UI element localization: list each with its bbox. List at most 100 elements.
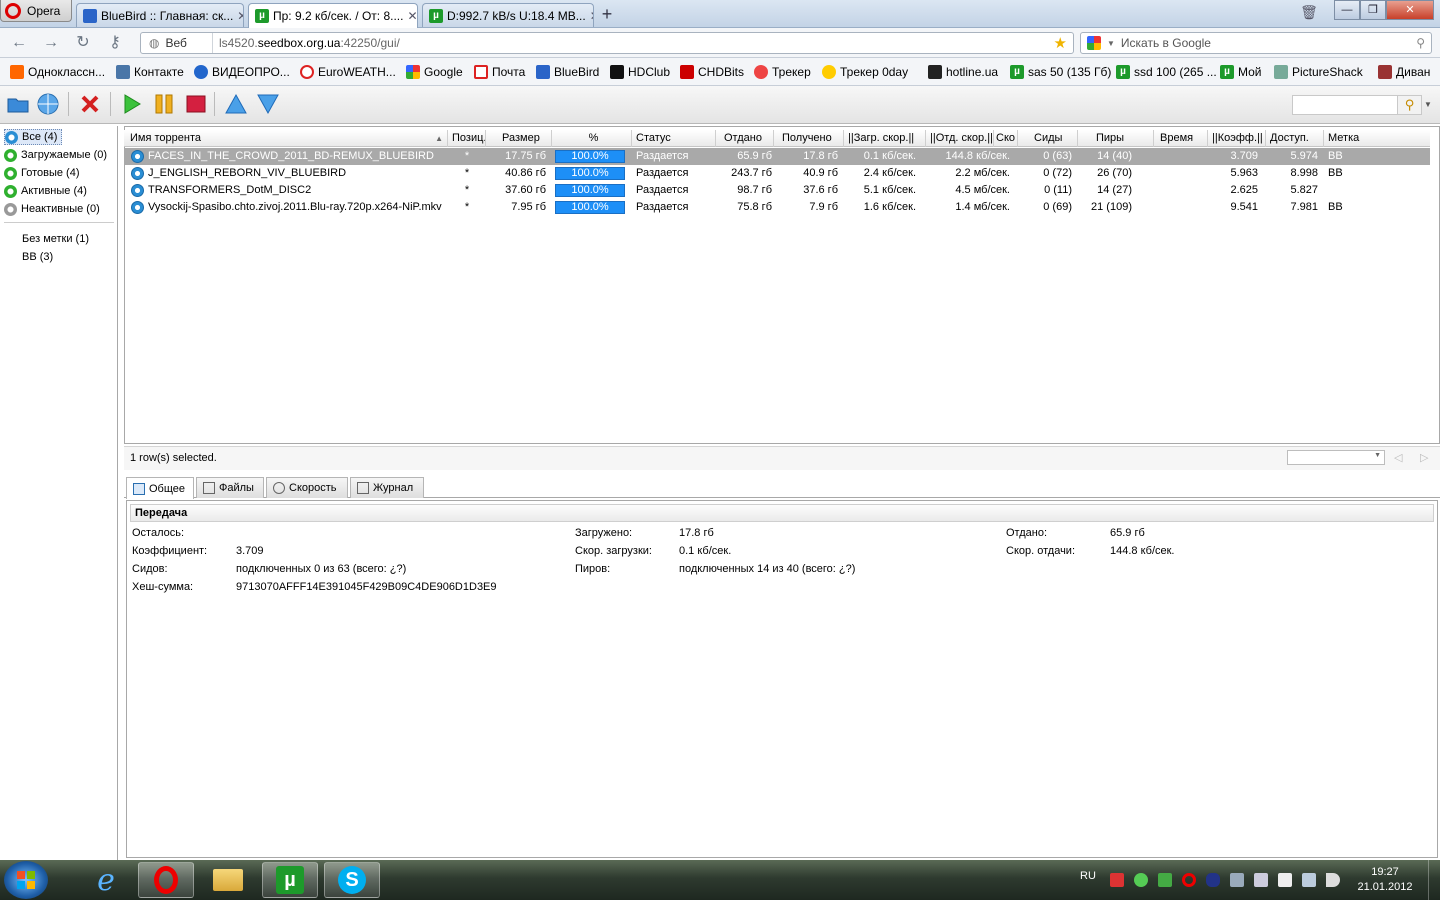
- tray-monitor-icon[interactable]: [1302, 873, 1316, 887]
- explorer-folder-icon[interactable]: [200, 862, 256, 898]
- start-play-icon[interactable]: [120, 92, 144, 116]
- bookmark-vkontakte[interactable]: Контакте: [116, 64, 184, 80]
- bookmark-hotline[interactable]: hotline.ua: [928, 64, 998, 80]
- previous-page-icon[interactable]: ◁: [1394, 451, 1402, 464]
- tab-speed[interactable]: Скорость: [266, 477, 348, 498]
- show-desktop-button[interactable]: [1428, 860, 1440, 900]
- tray-volume-icon[interactable]: [1326, 873, 1340, 887]
- browser-tab-utorrent-gui[interactable]: µ Пр: 9.2 кб/сек. / От: 8.... ✕: [248, 3, 418, 28]
- taskbar-clock[interactable]: 19:27 21.01.2012: [1350, 865, 1420, 895]
- close-tab-icon[interactable]: ✕: [590, 9, 593, 23]
- stop-icon[interactable]: [184, 92, 208, 116]
- tray-network-icon[interactable]: [1158, 873, 1172, 887]
- bookmark-google[interactable]: Google: [406, 64, 463, 80]
- opera-taskbar-icon[interactable]: [138, 862, 194, 898]
- column-header-eta[interactable]: Ско: [994, 130, 1018, 147]
- column-header-position[interactable]: Позиц.: [448, 130, 486, 147]
- column-header-status[interactable]: Статус: [632, 130, 716, 147]
- windows-start-button[interactable]: [4, 861, 48, 899]
- search-engine-dropdown-icon[interactable]: ▼: [1107, 39, 1115, 48]
- bookmark-hdclub[interactable]: HDClub: [610, 64, 670, 80]
- sidebar-item-inactive[interactable]: Неактивные (0): [4, 201, 104, 217]
- next-page-icon[interactable]: ▷: [1420, 451, 1428, 464]
- column-header-downloaded[interactable]: Получено: [774, 130, 844, 147]
- column-header-percent[interactable]: %: [552, 130, 632, 147]
- table-row[interactable]: J_ENGLISH_REBORN_VIV_BLUEBIRD * 40.86 гб Ра…: [124, 165, 1430, 182]
- column-header-seeds[interactable]: Сиды: [1030, 130, 1078, 147]
- tray-antivirus-icon[interactable]: [1110, 873, 1124, 887]
- search-dropdown-icon[interactable]: ▼: [1424, 100, 1432, 109]
- back-arrow-icon[interactable]: ←: [8, 34, 30, 52]
- forward-arrow-icon[interactable]: →: [40, 34, 62, 52]
- tab-general[interactable]: Общее: [126, 477, 194, 499]
- column-header-time[interactable]: Время: [1156, 130, 1208, 147]
- column-header-uploaded[interactable]: Отдано: [716, 130, 774, 147]
- close-tab-icon[interactable]: ✕: [237, 9, 243, 23]
- tray-check-icon[interactable]: [1134, 873, 1148, 887]
- bookmark-bluebird[interactable]: BlueBird: [536, 64, 599, 80]
- column-header-dl-speed[interactable]: ||Загр. скор.||: [844, 130, 926, 147]
- sidebar-label-bb[interactable]: BB (3): [22, 251, 53, 263]
- tray-flag-icon[interactable]: [1278, 873, 1292, 887]
- tab-files[interactable]: Файлы: [196, 477, 264, 498]
- add-torrent-folder-icon[interactable]: [6, 92, 30, 116]
- opera-menu-button[interactable]: Opera: [0, 0, 72, 22]
- sidebar-item-active[interactable]: Активные (4): [4, 183, 91, 199]
- pause-icon[interactable]: [152, 92, 176, 116]
- table-row[interactable]: FACES_IN_THE_CROWD_2011_BD-REMUX_BLUEBIR…: [124, 148, 1430, 165]
- move-up-queue-icon[interactable]: [224, 92, 248, 116]
- move-down-queue-icon[interactable]: [256, 92, 280, 116]
- new-tab-plus-icon[interactable]: +: [598, 5, 616, 23]
- web-mode-button[interactable]: ◍ Веб: [141, 33, 213, 53]
- close-window-button[interactable]: ✕: [1386, 0, 1434, 20]
- column-header-availability[interactable]: Доступ.: [1266, 130, 1324, 147]
- bookmark-tracker[interactable]: Трекер: [754, 64, 811, 80]
- bookmark-videopro[interactable]: ВИДЕОПРО...: [194, 64, 290, 80]
- skype-taskbar-icon[interactable]: S: [324, 862, 380, 898]
- bookmark-mail[interactable]: Почта: [474, 64, 525, 80]
- wand-key-icon[interactable]: ⚷: [104, 34, 126, 52]
- table-row[interactable]: TRANSFORMERS_DotM_DISC2 * 37.60 гб Раздаетс…: [124, 182, 1430, 199]
- column-header-peers[interactable]: Пиры: [1092, 130, 1154, 147]
- bookmark-sas50[interactable]: µ sas 50 (135 Гб): [1010, 64, 1111, 80]
- bookmark-tracker-0day[interactable]: Трекер 0day: [822, 64, 908, 80]
- column-header-name[interactable]: Имя торрента ▲: [126, 130, 448, 147]
- tray-bluetooth-icon[interactable]: [1206, 873, 1220, 887]
- tab-log[interactable]: Журнал: [350, 477, 424, 498]
- bookmark-odnoklassniki[interactable]: Одноклассн...: [10, 64, 105, 80]
- tray-opera-icon[interactable]: [1182, 873, 1196, 887]
- sidebar-label-none[interactable]: Без метки (1): [22, 233, 89, 245]
- utorrent-taskbar-icon[interactable]: µ: [262, 862, 318, 898]
- trash-icon[interactable]: 🗑: [1300, 4, 1318, 22]
- page-select[interactable]: ▼: [1287, 450, 1385, 465]
- column-header-size[interactable]: Размер: [498, 130, 552, 147]
- sidebar-item-completed[interactable]: Готовые (4): [4, 165, 84, 181]
- close-tab-icon[interactable]: ✕: [407, 9, 417, 23]
- maximize-window-button[interactable]: ❐: [1360, 0, 1386, 20]
- browser-tab-seedbox[interactable]: µ D:992.7 kB/s U:18.4 MB... ✕: [422, 3, 594, 27]
- sidebar-item-downloading[interactable]: Загружаемые (0): [4, 147, 111, 163]
- bookmark-star-icon[interactable]: ★: [1054, 34, 1067, 52]
- bookmark-pictureshack[interactable]: PictureShack: [1274, 64, 1363, 80]
- tray-audio-manager-icon[interactable]: [1230, 873, 1244, 887]
- minimize-window-button[interactable]: —: [1334, 0, 1360, 20]
- bookmark-ssd100[interactable]: µ ssd 100 (265 ...: [1116, 64, 1217, 80]
- torrent-search-button-icon[interactable]: ⚲: [1398, 95, 1422, 115]
- bookmark-moi[interactable]: µ Мой: [1220, 64, 1262, 80]
- sidebar-item-all[interactable]: Все (4): [4, 129, 63, 145]
- column-header-label[interactable]: Метка: [1324, 130, 1428, 147]
- browser-tab-bluebird[interactable]: BlueBird :: Главная: ск... ✕: [76, 3, 244, 27]
- search-field[interactable]: ▼ Искать в Google ⚲: [1080, 32, 1432, 54]
- address-field[interactable]: ◍ Веб ls4520.seedbox.org.ua:42250/gui/ ★: [140, 32, 1074, 54]
- bookmark-divan[interactable]: Диван: [1378, 64, 1430, 80]
- internet-explorer-icon[interactable]: e: [78, 862, 134, 898]
- column-header-ratio[interactable]: ||Коэфф.||: [1208, 130, 1266, 147]
- reload-icon[interactable]: ↻: [72, 34, 94, 52]
- torrent-search-input[interactable]: [1292, 95, 1398, 115]
- column-header-ul-speed[interactable]: ||Отд. скор.||: [926, 130, 994, 147]
- table-row[interactable]: Vysockij-Spasibo.chto.zivoj.2011.Blu-ray…: [124, 199, 1430, 216]
- tray-devices-icon[interactable]: [1254, 873, 1268, 887]
- search-magnifier-icon[interactable]: ⚲: [1416, 36, 1425, 50]
- add-url-globe-icon[interactable]: [36, 92, 60, 116]
- bookmark-euroweather[interactable]: EuroWEATH...: [300, 64, 396, 80]
